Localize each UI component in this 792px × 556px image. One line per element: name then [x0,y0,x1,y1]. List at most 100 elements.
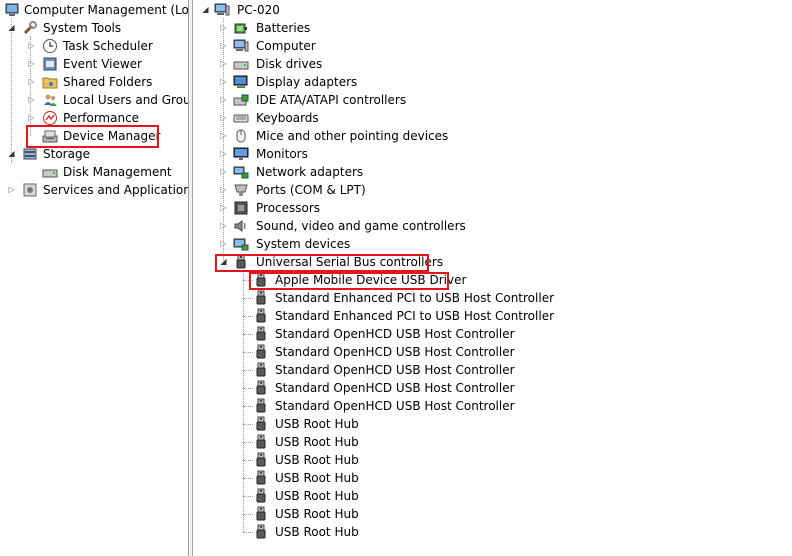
tree-node-device-manager[interactable]: Device Manager [0,127,188,145]
tree-node-local-users-and-groups[interactable]: ▷ Local Users and Groups [0,91,188,109]
tree-node-label: Network adapters [256,165,364,179]
performance-icon [42,110,58,126]
expand-arrow-icon[interactable]: ▷ [7,181,16,199]
tree-node-pc[interactable]: ◢ PC-020 [193,1,792,19]
tree-node-device-category[interactable]: ▷ Monitors [193,145,792,163]
tree-node-label: Apple Mobile Device USB Driver [275,273,467,287]
tree-node-usb-device[interactable]: USB Root Hub [193,433,792,451]
tree-node-usb-device[interactable]: Standard Enhanced PCI to USB Host Contro… [193,307,792,325]
tree-node-device-category[interactable]: ▷ System devices [193,235,792,253]
expand-arrow-icon[interactable]: ▷ [219,127,228,145]
tree-node-usb-device[interactable]: Standard OpenHCD USB Host Controller [193,379,792,397]
services-icon [22,182,38,198]
expand-arrow-icon[interactable]: ▷ [27,73,36,91]
tree-node-device-category[interactable]: ▷ Sound, video and game controllers [193,217,792,235]
tree-node-label: Ports (COM & LPT) [256,183,366,197]
tree-node-label: Standard Enhanced PCI to USB Host Contro… [275,291,555,305]
tree-node-label: System Tools [43,21,122,35]
console-tree-pane: Computer Management (Local ◢ System Tool… [0,0,188,556]
tree-node-performance[interactable]: ▷ Performance [0,109,188,127]
tree-node-device-category[interactable]: ▷ Keyboards [193,109,792,127]
expand-arrow-icon[interactable]: ▷ [219,37,228,55]
tree-node-label: PC-020 [237,3,280,17]
expand-arrow-icon[interactable]: ▷ [219,235,228,253]
tree-node-computer-management[interactable]: Computer Management (Local [0,1,188,19]
device-tree-pane: ◢ PC-020 ▷ Batteries ▷ Computer ▷ Disk drives… [193,0,792,556]
expand-arrow-icon[interactable]: ▷ [219,55,228,73]
tree-node-device-category[interactable]: ▷ Disk drives [193,55,792,73]
tree-node-apple-mobile-device-usb-driver[interactable]: Apple Mobile Device USB Driver [193,271,792,289]
tree-node-device-category[interactable]: ▷ IDE ATA/ATAPI controllers [193,91,792,109]
tree-node-label: Computer Management (Local [24,3,188,17]
tree-node-usb-device[interactable]: USB Root Hub [193,505,792,523]
usb-icon [253,362,269,378]
tree-node-usb-controllers[interactable]: ◢ Universal Serial Bus controllers [193,253,792,271]
tree-node-label: Keyboards [256,111,319,125]
tree-node-event-viewer[interactable]: ▷ Event Viewer [0,55,188,73]
tree-node-device-category[interactable]: ▷ Network adapters [193,163,792,181]
expand-arrow-icon[interactable]: ▷ [27,55,36,73]
tree-node-label: Sound, video and game controllers [256,219,466,233]
tree-node-usb-device[interactable]: Standard OpenHCD USB Host Controller [193,325,792,343]
tree-node-label: Services and Applications [43,183,188,197]
network-adapter-icon [233,164,249,180]
tree-node-label: Standard OpenHCD USB Host Controller [275,327,515,341]
keyboard-icon [233,110,249,126]
tree-node-system-tools[interactable]: ◢ System Tools [0,19,188,37]
tree-node-label: Standard OpenHCD USB Host Controller [275,381,515,395]
expand-arrow-icon[interactable]: ▷ [219,181,228,199]
usb-icon [253,272,269,288]
tree-node-label: IDE ATA/ATAPI controllers [256,93,407,107]
expand-arrow-icon[interactable]: ▷ [27,109,36,127]
usb-icon [253,344,269,360]
collapse-arrow-icon[interactable]: ◢ [7,19,16,37]
tree-node-usb-device[interactable]: USB Root Hub [193,415,792,433]
usb-icon [253,290,269,306]
tree-node-storage[interactable]: ◢ Storage [0,145,188,163]
tree-node-device-category[interactable]: ▷ Ports (COM & LPT) [193,181,792,199]
tree-node-device-category[interactable]: ▷ Mice and other pointing devices [193,127,792,145]
tree-node-label: Processors [256,201,321,215]
tools-icon [22,20,38,36]
expand-arrow-icon[interactable]: ▷ [27,37,36,55]
tree-node-usb-device[interactable]: Standard OpenHCD USB Host Controller [193,397,792,415]
tree-node-usb-device[interactable]: USB Root Hub [193,451,792,469]
expand-arrow-icon[interactable]: ▷ [219,145,228,163]
tree-node-device-category[interactable]: ▷ Computer [193,37,792,55]
tree-node-shared-folders[interactable]: ▷ Shared Folders [0,73,188,91]
expand-arrow-icon[interactable]: ▷ [219,217,228,235]
tree-node-task-scheduler[interactable]: ▷ Task Scheduler [0,37,188,55]
tree-node-label: Shared Folders [63,75,153,89]
mouse-icon [233,128,249,144]
usb-icon [253,308,269,324]
tree-node-disk-management[interactable]: Disk Management [0,163,188,181]
tree-node-label: Display adapters [256,75,358,89]
computer-management-icon [4,2,20,18]
tree-node-label: Performance [63,111,140,125]
collapse-arrow-icon[interactable]: ◢ [219,253,228,271]
tree-node-label: System devices [256,237,351,251]
tree-node-device-category[interactable]: ▷ Display adapters [193,73,792,91]
collapse-arrow-icon[interactable]: ◢ [7,145,16,163]
tree-node-device-category[interactable]: ▷ Batteries [193,19,792,37]
tree-node-label: Device Manager [63,129,161,143]
tree-node-usb-device[interactable]: USB Root Hub [193,487,792,505]
expand-arrow-icon[interactable]: ▷ [219,73,228,91]
expand-arrow-icon[interactable]: ▷ [27,91,36,109]
tree-node-usb-device[interactable]: Standard Enhanced PCI to USB Host Contro… [193,289,792,307]
tree-node-usb-device[interactable]: Standard OpenHCD USB Host Controller [193,361,792,379]
expand-arrow-icon[interactable]: ▷ [219,199,228,217]
expand-arrow-icon[interactable]: ▷ [219,19,228,37]
collapse-arrow-icon[interactable]: ◢ [201,1,210,19]
usb-icon [253,524,269,540]
tree-node-usb-device[interactable]: USB Root Hub [193,469,792,487]
tree-node-device-category[interactable]: ▷ Processors [193,199,792,217]
tree-node-usb-device[interactable]: Standard OpenHCD USB Host Controller [193,343,792,361]
tree-node-services-and-applications[interactable]: ▷ Services and Applications [0,181,188,199]
expand-arrow-icon[interactable]: ▷ [219,91,228,109]
expand-arrow-icon[interactable]: ▷ [219,163,228,181]
usb-icon [233,254,249,270]
expand-arrow-icon[interactable]: ▷ [219,109,228,127]
tree-node-usb-device[interactable]: USB Root Hub [193,523,792,541]
disk-icon [42,164,58,180]
